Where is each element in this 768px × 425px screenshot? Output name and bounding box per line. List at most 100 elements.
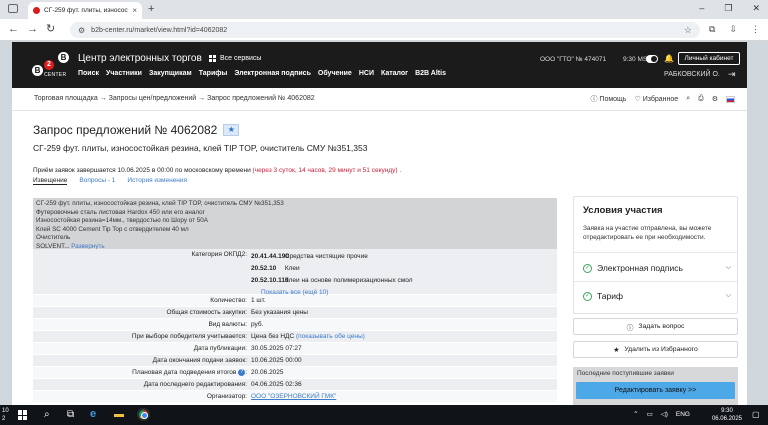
procurement-subject: СГ-259 фут. плиты, износостойкая резина,… (33, 143, 368, 153)
tab-questions[interactable]: Вопросы - 1 (79, 177, 115, 185)
minimize-icon[interactable]: – (699, 3, 704, 14)
row-value: 10.06.2025 00:00 (251, 357, 302, 364)
tab-history[interactable]: История изменения (127, 177, 187, 185)
grid-icon (209, 55, 216, 62)
price-basis: Цена без НДС (251, 333, 295, 340)
favorite-star-icon[interactable]: ★ (223, 124, 240, 136)
left-number-top: 10 (2, 408, 9, 414)
menu-icon[interactable]: ⋮ (751, 24, 760, 35)
file-explorer-icon[interactable]: ▬ (114, 409, 124, 421)
url-field[interactable]: ⚙ b2b-center.ru/market/view.html?id=4062… (70, 22, 700, 38)
condition-label: Тариф (597, 291, 624, 301)
theme-toggle[interactable] (646, 55, 658, 63)
question-icon: ⓘ (626, 324, 634, 332)
condition-e-signature[interactable]: ✓ Электронная подпись ⌵ (583, 261, 731, 275)
notifications-icon[interactable]: ▢ (752, 409, 760, 421)
back-icon[interactable]: ← (8, 23, 19, 36)
volume-icon[interactable]: ◁) (661, 410, 668, 418)
all-services-label: Все сервисы (220, 55, 262, 62)
table-row: Организатор: ООО "ОЗЕРНОВСКИЙ ГМК" (33, 391, 557, 403)
condition-tariff[interactable]: ✓ Тариф ⌵ (583, 289, 731, 303)
okpd-name: Средства чистящие прочие (284, 253, 368, 260)
nav-e-signature[interactable]: Электронная подпись (234, 70, 311, 77)
logout-icon[interactable]: ⇥ (728, 69, 736, 80)
settings-gear-icon[interactable]: ⚙ (712, 95, 718, 103)
row-value: 30.05.2025 07:27 (251, 345, 302, 352)
browser-tab-bar: СГ-259 фут. плиты, износостойкая × + – ❐… (0, 0, 768, 19)
search-icon[interactable]: ⌕ (44, 409, 50, 421)
search-icon[interactable]: ⌕ (686, 95, 690, 103)
extensions-icon[interactable]: ⧉ (709, 24, 715, 35)
star-icon: ★ (613, 346, 620, 354)
nav-tariffs[interactable]: Тарифы (199, 70, 228, 77)
windows-start-icon[interactable] (18, 410, 28, 420)
okpd-name: Клеи (284, 265, 300, 272)
internet-explorer-icon[interactable]: e (90, 408, 96, 420)
site-header: B 2 B CENTER Центр электронных торгов Вс… (12, 42, 747, 88)
okpd-code: 20.41.44.190 (251, 253, 289, 260)
chevron-down-icon: ⌵ (725, 264, 731, 271)
browser-tab[interactable]: СГ-259 фут. плиты, износостойкая × (28, 2, 142, 19)
logo-subtext: CENTER (44, 72, 67, 78)
taskbar-clock[interactable]: 9:30 06.06.2025 (712, 407, 742, 423)
row-label: При выборе победителя учитывается: (131, 333, 247, 340)
chrome-icon[interactable] (137, 408, 150, 421)
participation-conditions-panel: Условия участия Заявка на участие отправ… (573, 196, 738, 314)
nav-nsi[interactable]: НСИ (359, 70, 374, 77)
nav-participants[interactable]: Участники (106, 70, 142, 77)
close-window-icon[interactable]: ✕ (752, 3, 760, 14)
download-icon[interactable]: ⇩ (729, 24, 737, 35)
ask-question-button[interactable]: ⓘ Задать вопрос (573, 318, 738, 335)
chevron-up-icon[interactable]: ⌃ (633, 410, 638, 418)
edit-bid-button[interactable]: Редактировать заявку >> (576, 382, 735, 399)
nav-buyers[interactable]: Закупщикам (149, 70, 192, 77)
page-title-row: Запрос предложений № 4062082 ★ (33, 123, 240, 137)
language-indicator[interactable]: ENG (676, 411, 690, 418)
language-flag-icon[interactable] (726, 95, 735, 103)
close-tab-icon[interactable]: × (132, 6, 137, 15)
network-icon[interactable]: ▭ (647, 410, 653, 418)
table-row: Общая стоимость закупки: Без указания це… (33, 307, 557, 319)
help-link[interactable]: ⓘ Помощь (590, 94, 626, 104)
maximize-icon[interactable]: ❐ (724, 3, 732, 14)
forward-icon[interactable]: → (27, 23, 38, 36)
task-view-icon[interactable]: ⧉ (67, 409, 74, 421)
tab-actions-icon[interactable] (8, 4, 18, 13)
ask-question-label: Задать вопрос (638, 323, 685, 330)
nav-altis[interactable]: B2B Altis (415, 70, 446, 77)
divider (12, 110, 747, 111)
tab-notice[interactable]: Извещение (33, 177, 68, 185)
user-name[interactable]: РАБКОВСКИЙ О. (664, 71, 720, 78)
row-label: Плановая дата подведения итогов ?: (132, 368, 247, 376)
brand-name[interactable]: Центр электронных торгов (78, 53, 202, 64)
description-block: СГ-259 фут. плиты, износостойкая резина,… (33, 198, 557, 250)
recent-bids-block: Последние поступившие заявки Редактирова… (573, 367, 738, 405)
okpd-item: 20.52.10 Клеи (251, 263, 557, 275)
condition-label: Электронная подпись (597, 263, 683, 273)
row-value: 20.06.2025 (251, 369, 284, 376)
b2b-center-logo[interactable]: B 2 B CENTER (32, 52, 72, 84)
new-tab-icon[interactable]: + (148, 3, 154, 15)
bookmark-star-icon[interactable]: ☆ (684, 25, 692, 36)
nav-search[interactable]: Поиск (78, 70, 99, 77)
reload-icon[interactable]: ↻ (46, 23, 55, 36)
site-info-icon[interactable]: ⚙ (78, 26, 85, 35)
bell-icon[interactable]: 🔔 (664, 54, 674, 63)
remove-favorite-button[interactable]: ★ Удалить из Избранного (573, 341, 738, 358)
table-row: Плановая дата подведения итогов ?: 20.06… (33, 367, 557, 379)
row-label: Категория ОКПД2: (191, 251, 247, 258)
all-services-button[interactable]: Все сервисы (209, 55, 261, 62)
personal-cabinet-button[interactable]: Личный кабинет (678, 52, 740, 65)
nav-training[interactable]: Обучение (318, 70, 352, 77)
description-line: Футеровочные сталь листовая Hardox 450 и… (36, 208, 205, 216)
favorites-link[interactable]: ♡ Избранное (634, 95, 678, 103)
print-icon[interactable]: ⎙ (698, 95, 704, 103)
row-value: руб. (251, 321, 264, 328)
help-question-icon[interactable]: ? (238, 368, 246, 376)
nav-catalog[interactable]: Каталог (381, 70, 408, 77)
favorites-label: Избранное (642, 96, 679, 103)
show-both-prices-link[interactable]: (показывать обе цены) (296, 333, 365, 340)
organizer-link[interactable]: ООО "ОЗЕРНОВСКИЙ ГМК" (251, 393, 336, 400)
row-value: 1 шт. (251, 297, 266, 304)
breadcrumb[interactable]: Торговая площадка → Запросы цен/предложе… (34, 95, 315, 102)
